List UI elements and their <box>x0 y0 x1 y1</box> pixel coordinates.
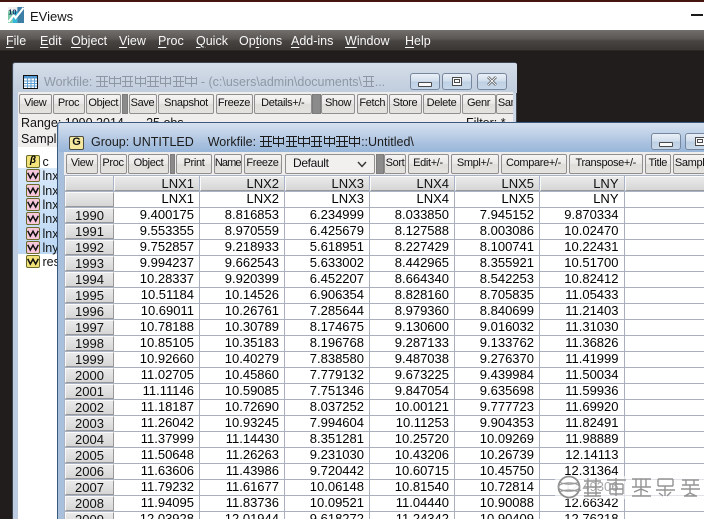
svg-text:10: 10 <box>8 7 16 16</box>
